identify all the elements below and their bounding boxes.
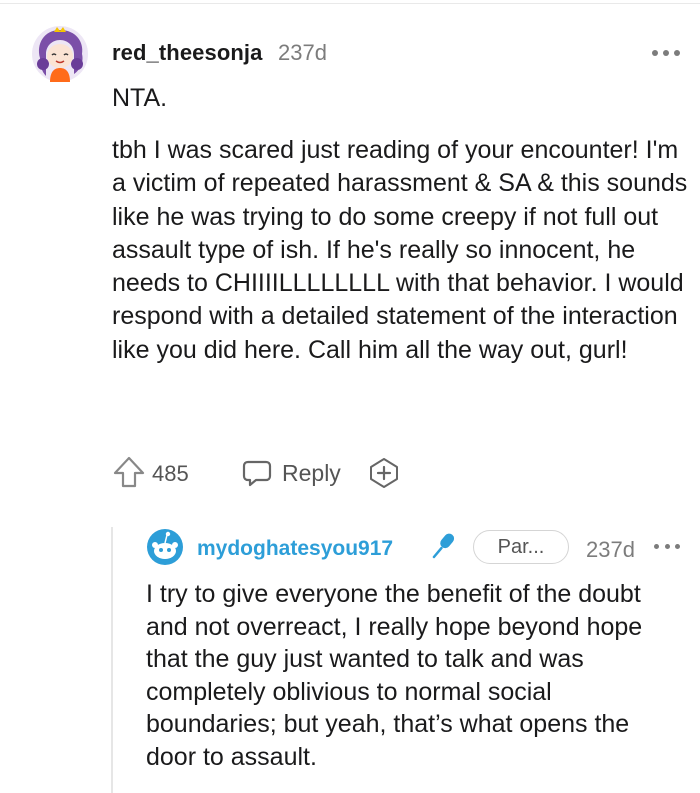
reply-chat-bubble-icon xyxy=(242,460,272,487)
upvote-arrow-icon[interactable] xyxy=(112,455,146,489)
more-options-icon[interactable] xyxy=(652,48,680,58)
comment-username[interactable]: red_theesonja xyxy=(112,40,262,66)
user-flair[interactable]: Par... xyxy=(473,530,569,564)
comment-actions: 485 Reply xyxy=(112,455,432,491)
thread-line[interactable] xyxy=(111,527,113,793)
snoo-avatar[interactable] xyxy=(146,528,184,566)
award-plus-icon[interactable] xyxy=(368,457,400,489)
more-options-icon[interactable] xyxy=(654,541,680,551)
user-avatar[interactable] xyxy=(30,24,90,84)
reply-button[interactable]: Reply xyxy=(242,455,341,491)
comment-age: 237d xyxy=(278,40,327,65)
top-divider xyxy=(0,3,700,4)
reply-age: 237d xyxy=(586,537,635,562)
microphone-icon xyxy=(432,533,455,559)
reply-text: I try to give everyone the benefit of th… xyxy=(146,580,643,771)
comment-text-line: NTA. xyxy=(112,84,168,112)
reply-username[interactable]: mydoghatesyou917 xyxy=(197,537,393,561)
reply-label: Reply xyxy=(282,459,341,486)
vote-count: 485 xyxy=(152,461,189,486)
comment-text-body: tbh I was scared just reading of your en… xyxy=(112,136,688,364)
